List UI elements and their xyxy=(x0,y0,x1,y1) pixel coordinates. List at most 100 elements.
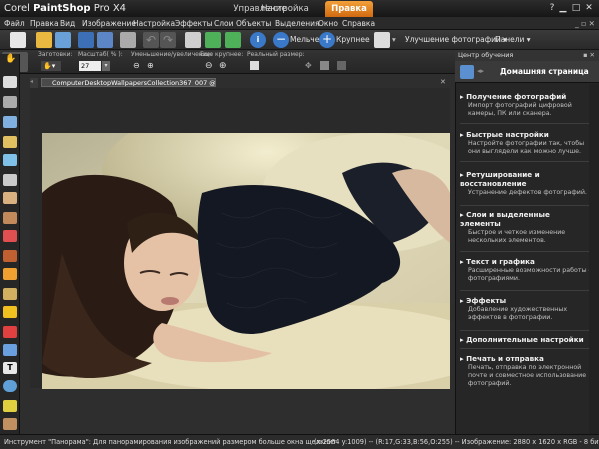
zoom-more-in-icon[interactable]: ⊕ xyxy=(219,61,229,71)
close-document-icon[interactable]: ✕ xyxy=(440,78,446,86)
pen-tool-icon[interactable] xyxy=(3,400,17,412)
zoom-in-icon[interactable]: + xyxy=(319,32,335,48)
fit-window-icon[interactable] xyxy=(337,61,346,70)
menu-image[interactable]: Изображение xyxy=(82,17,136,30)
dodge-icon[interactable] xyxy=(3,268,17,280)
section-retouch[interactable]: ▸ Ретуширование и восстановление Устране… xyxy=(460,170,592,197)
clone-brush-icon[interactable] xyxy=(3,212,17,224)
selection-tool-icon[interactable] xyxy=(3,76,17,88)
flood-fill-icon[interactable] xyxy=(3,306,17,318)
section-effects[interactable]: ▸ Эффекты Добавление художественных эффе… xyxy=(460,296,592,322)
section-title[interactable]: ▸ Текст и графика xyxy=(460,257,592,266)
new-file-icon[interactable] xyxy=(10,32,26,48)
redo-icon[interactable]: ↷ xyxy=(160,32,176,48)
move-icon[interactable]: ✥ xyxy=(305,61,312,70)
tools-palette: T xyxy=(0,54,20,434)
section-advanced[interactable]: ▸ Дополнительные настройки xyxy=(460,335,592,344)
section-title[interactable]: ▸ Дополнительные настройки xyxy=(460,335,592,344)
divider xyxy=(460,251,590,252)
open-folder-icon[interactable] xyxy=(36,32,52,48)
status-tool-hint: Инструмент "Панорама": Для панорамирован… xyxy=(4,438,337,446)
section-title[interactable]: ▸ Быстрые настройки xyxy=(460,130,592,139)
lighten-darken-icon[interactable] xyxy=(3,250,17,262)
section-layers[interactable]: ▸ Слои и выделенные элементы Быстрое и ч… xyxy=(460,210,592,245)
rotate-right-icon[interactable] xyxy=(225,32,241,48)
warp-brush-icon[interactable] xyxy=(3,418,17,430)
straighten-icon[interactable] xyxy=(3,154,17,166)
close-icon[interactable]: ✕ xyxy=(583,2,595,14)
text-tool-icon[interactable]: T xyxy=(3,362,17,374)
divider xyxy=(460,348,590,349)
fit-icon[interactable] xyxy=(320,61,329,70)
menu-view[interactable]: Вид xyxy=(60,17,75,30)
tool-options-bar: ✋ Заготовки: ✋▾ Масштаб( % ): 27 ▾ Умень… xyxy=(0,50,455,74)
section-print-share[interactable]: ▸ Печать и отправка Печать, отправка по … xyxy=(460,354,592,388)
minimize-icon[interactable]: ▁ xyxy=(557,2,569,14)
preset-shape-icon[interactable] xyxy=(3,380,17,392)
dropper-icon[interactable] xyxy=(3,116,17,128)
section-text-graphics[interactable]: ▸ Текст и графика Расширенные возможност… xyxy=(460,257,592,283)
menu-selections[interactable]: Выделения xyxy=(275,17,320,30)
info-icon[interactable]: i xyxy=(250,32,266,48)
back-forward-icons[interactable]: ◂▸ xyxy=(477,67,484,75)
panels-dropdown[interactable]: Панели ▾ xyxy=(495,33,531,47)
picture-tube-icon[interactable] xyxy=(3,344,17,356)
section-title[interactable]: ▸ Слои и выделенные элементы xyxy=(460,210,592,228)
section-title[interactable]: ▸ Эффекты xyxy=(460,296,592,305)
print-icon[interactable] xyxy=(120,32,136,48)
zoom-out-icon[interactable]: − xyxy=(273,32,289,48)
crop-export-icon[interactable] xyxy=(185,32,201,48)
photo-fix-dropdown[interactable]: Улучшение фотографии ▾ xyxy=(405,33,507,47)
menu-adjust[interactable]: Настройка xyxy=(133,17,175,30)
zoom-out-button[interactable]: Мельче xyxy=(290,33,319,47)
app-title: Corel PaintShop Pro X4 xyxy=(4,3,127,14)
rotate-left-icon[interactable] xyxy=(205,32,221,48)
zoom-in-button[interactable]: Крупнее xyxy=(336,33,370,47)
zoom-spinner[interactable]: ▾ xyxy=(102,61,110,71)
preset-dropdown[interactable]: ✋▾ xyxy=(41,61,61,71)
zoom-more-out-icon[interactable]: ⊖ xyxy=(205,61,215,71)
eraser-icon[interactable] xyxy=(3,288,17,300)
section-title[interactable]: ▸ Ретуширование и восстановление xyxy=(460,170,592,188)
zoom-in-small-icon[interactable]: ⊕ xyxy=(147,61,157,71)
maximize-icon[interactable]: □ xyxy=(570,2,582,14)
menu-edit[interactable]: Правка xyxy=(30,17,59,30)
save-as-icon[interactable] xyxy=(97,32,113,48)
canvas-image[interactable] xyxy=(42,133,450,389)
panel-scrollbar[interactable] xyxy=(589,84,599,434)
menu-effects[interactable]: Эффекты xyxy=(175,17,213,30)
copy-icon[interactable] xyxy=(374,32,390,48)
section-title[interactable]: ▸ Печать и отправка xyxy=(460,354,592,363)
learning-center-home[interactable]: Домашняя страница ◂▸ xyxy=(455,61,599,83)
tab-scroll-left-icon[interactable]: ◂ xyxy=(30,78,38,88)
makeover-icon[interactable] xyxy=(3,192,17,204)
menu-layers[interactable]: Слои xyxy=(214,17,234,30)
paint-brush-icon[interactable] xyxy=(3,230,17,242)
menu-help[interactable]: Справка xyxy=(342,17,375,30)
section-quick-adjust[interactable]: ▸ Быстрые настройки Настройте фотографии… xyxy=(460,130,592,156)
menu-window[interactable]: Окно xyxy=(318,17,338,30)
tab-adjust[interactable]: Настройка xyxy=(255,1,315,17)
section-get-photos[interactable]: ▸ Получение фотографий Импорт фотографий… xyxy=(460,92,592,118)
document-tab[interactable]: ComputerDesktopWallpapersCollection367_0… xyxy=(41,78,216,87)
browse-icon[interactable] xyxy=(55,32,71,48)
home-link[interactable]: Домашняя страница xyxy=(500,67,589,76)
copy-dropdown-icon[interactable]: ▾ xyxy=(392,33,396,47)
mdi-minimize-icon[interactable]: _ ▫ ✕ xyxy=(575,17,595,30)
undo-icon[interactable]: ↶ xyxy=(143,32,159,48)
learning-center-header: Центр обучения ▪ ✕ xyxy=(455,50,599,61)
panel-close-icon[interactable]: ▪ ✕ xyxy=(583,50,595,61)
zoom-out-small-icon[interactable]: ⊖ xyxy=(133,61,143,71)
save-icon[interactable] xyxy=(78,32,94,48)
actual-size-icon[interactable] xyxy=(250,61,259,70)
red-eye-icon[interactable] xyxy=(3,174,17,186)
zoom-input[interactable]: 27 xyxy=(79,61,101,71)
menu-file[interactable]: Файл xyxy=(4,17,25,30)
section-title[interactable]: ▸ Получение фотографий xyxy=(460,92,592,101)
freehand-selection-icon[interactable] xyxy=(3,96,17,108)
tab-edit[interactable]: Правка xyxy=(325,1,373,17)
crop-icon[interactable] xyxy=(3,136,17,148)
menu-objects[interactable]: Объекты xyxy=(236,17,271,30)
color-replacer-icon[interactable] xyxy=(3,326,17,338)
pan-tool-icon[interactable]: ✋ xyxy=(5,54,17,64)
